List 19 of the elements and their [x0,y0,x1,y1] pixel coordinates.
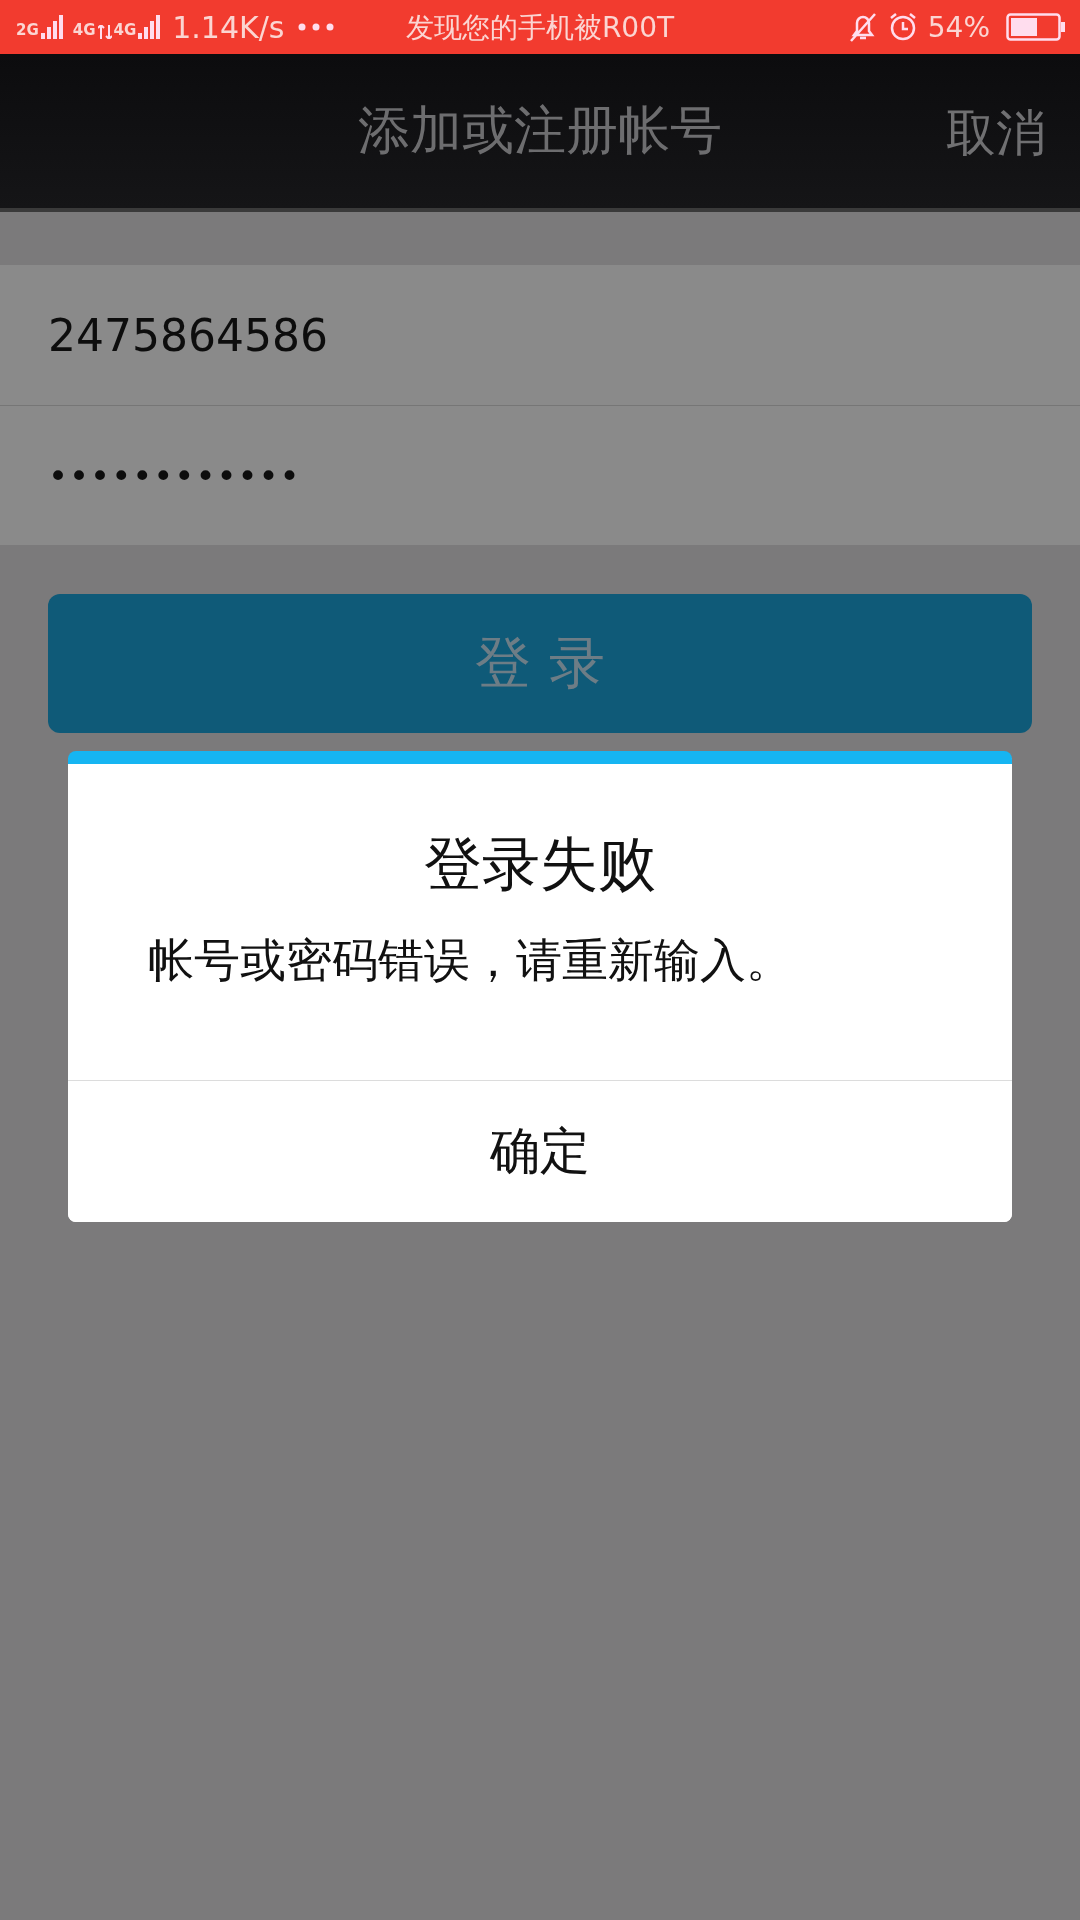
network-label: 4G [72,21,96,39]
battery-percent: 54% [927,10,990,44]
confirm-button[interactable]: 确定 [68,1080,1012,1222]
more-icon [298,23,335,31]
account-field[interactable]: 2475864586 [0,265,1080,405]
signal-icon [138,15,161,39]
network-label: 4G [113,21,137,39]
bell-off-icon [847,11,878,43]
dialog-message: 帐号或密码错误，请重新输入。 [147,932,793,989]
network-label: 2G [16,21,39,39]
dialog-title: 登录失败 [423,829,657,900]
data-arrows-icon [97,25,112,39]
network-speed: 1.14K/s [172,9,285,45]
battery-icon [1006,13,1066,41]
notification-text: 发现您的手机被R00T [405,10,675,46]
cancel-button[interactable]: 取消 [946,100,1046,167]
signal-icon [40,15,63,39]
password-field[interactable]: •••••••••••• [0,405,1080,545]
screen-title: 添加或注册帐号 [358,99,722,162]
